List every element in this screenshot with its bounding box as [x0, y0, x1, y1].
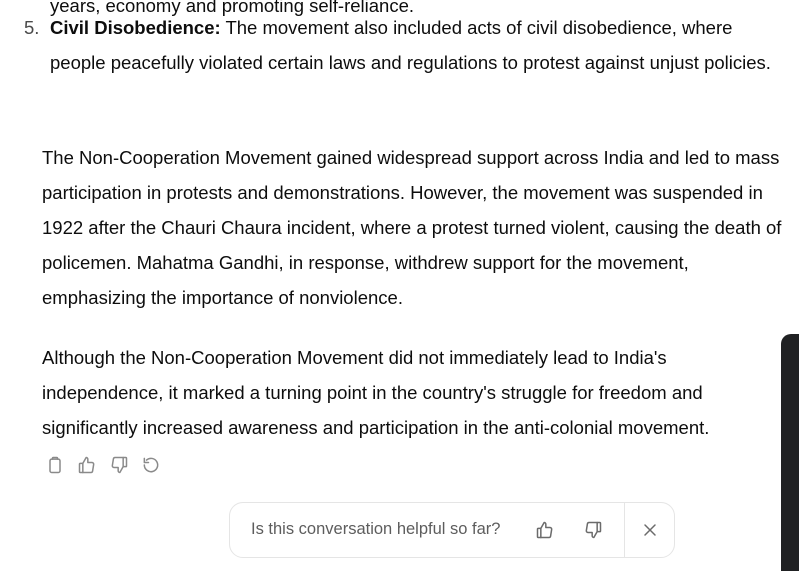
thumbs-down-icon	[585, 521, 602, 539]
list-item-text: Civil Disobedience: The movement also in…	[50, 10, 780, 80]
list-item-number: 5.	[24, 17, 40, 38]
dislike-button[interactable]	[107, 453, 131, 477]
feedback-divider	[624, 503, 625, 557]
regenerate-button[interactable]	[139, 453, 163, 477]
paragraph-suspension: The Non-Cooperation Movement gained wide…	[42, 147, 782, 308]
feedback-prompt: Is this conversation helpful so far?	[229, 502, 675, 558]
feedback-close-button[interactable]	[639, 519, 661, 541]
message-actions	[43, 453, 163, 477]
feedback-question: Is this conversation helpful so far?	[251, 520, 501, 538]
thumbs-up-icon	[78, 456, 95, 474]
feedback-thumbs-down-button[interactable]	[582, 519, 604, 541]
paragraph-conclusion: Although the Non-Cooperation Movement di…	[42, 347, 710, 438]
list-item-title: Civil Disobedience:	[50, 17, 221, 38]
feedback-thumbs-up-button[interactable]	[534, 519, 556, 541]
thumbs-up-icon	[536, 521, 553, 539]
sidebar-panel-edge	[781, 334, 799, 571]
copy-button[interactable]	[43, 453, 67, 477]
clipboard-icon	[49, 456, 61, 474]
close-icon	[644, 524, 656, 536]
regenerate-icon	[143, 457, 159, 473]
like-button[interactable]	[75, 453, 99, 477]
thumbs-down-icon	[111, 456, 128, 474]
